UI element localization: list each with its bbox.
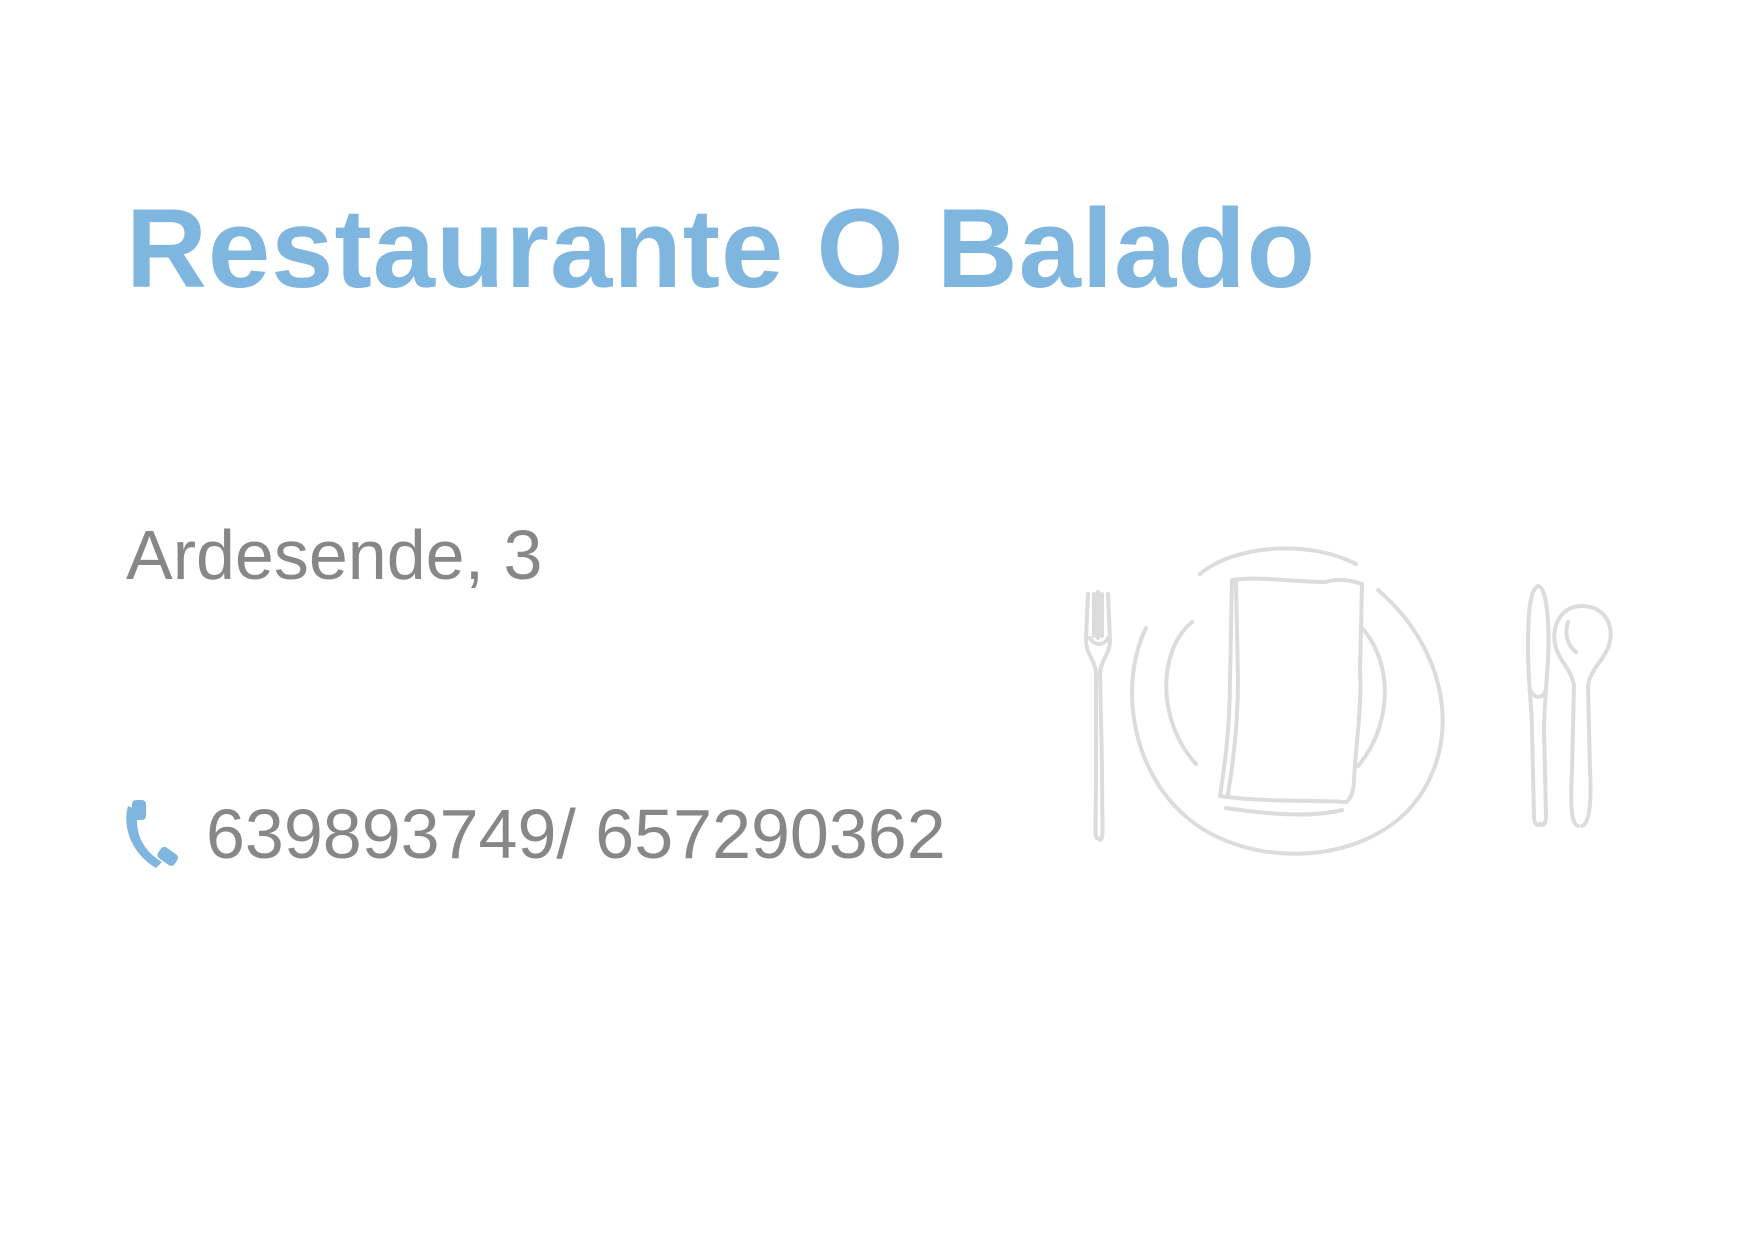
phone-icon: [124, 798, 180, 870]
business-card: Restaurante O Balado Ardesende, 3 639893…: [0, 0, 1748, 1240]
phone-numbers: 639893749/ 657290362: [206, 795, 946, 873]
knife-icon: [1526, 584, 1551, 827]
plate-icon: [1130, 546, 1445, 856]
phone-row: 639893749/ 657290362: [124, 796, 946, 872]
address: Ardesende, 3: [126, 516, 543, 594]
napkin-icon: [1218, 576, 1364, 817]
spoon-icon: [1552, 604, 1613, 828]
fork-icon: [1084, 590, 1112, 842]
place-setting-illustration: [1084, 546, 1613, 856]
restaurant-name: Restaurante O Balado: [126, 186, 1317, 311]
